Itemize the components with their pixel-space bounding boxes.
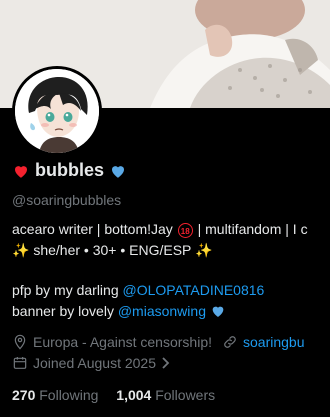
display-name-row: bubbles	[12, 160, 127, 181]
bio-text: she/her • 30+ • ENG/ESP	[29, 242, 196, 258]
avatar[interactable]	[12, 66, 102, 156]
following-count: 270	[12, 387, 36, 403]
joined-date: Joined August 2025	[33, 355, 156, 371]
location-text: Europa - Against censorship!	[33, 334, 212, 350]
calendar-icon	[12, 355, 28, 371]
bio-line-2: ✨ she/her • 30+ • ENG/ESP ✨	[12, 242, 212, 259]
age-18-icon: 18	[177, 222, 193, 238]
chevron-right-icon[interactable]	[160, 356, 172, 370]
username-handle: @soaringbubbles	[12, 192, 122, 208]
followers-label: Followers	[155, 387, 216, 403]
following-label: Following	[39, 387, 99, 403]
followers-count: 1,004	[116, 387, 152, 403]
mention-link[interactable]: @OLOPATADINE0816	[123, 282, 265, 298]
blue-heart-icon	[210, 303, 226, 322]
bio-text: pfp by my darling	[12, 282, 123, 298]
bio-text: banner by lovely	[12, 303, 118, 320]
joined-row: Joined August 2025	[12, 355, 172, 371]
bio-line-1: acearo writer | bottom!Jay 18 | multifan…	[12, 221, 308, 238]
display-name: bubbles	[35, 160, 105, 180]
sparkle-icon: ✨	[195, 242, 213, 258]
bio-line-banner-credit: banner by lovely @miasonwing	[12, 303, 226, 322]
sparkle-icon: ✨	[12, 242, 30, 258]
location-pin-icon	[12, 334, 28, 350]
avatar-image	[15, 69, 99, 153]
website-link[interactable]: soaringbu	[243, 334, 305, 350]
bio-line-pfp-credit: pfp by my darling @OLOPATADINE0816	[12, 282, 264, 298]
following-link[interactable]: 270 Following	[12, 387, 98, 403]
followers-link[interactable]: 1,004 Followers	[116, 387, 215, 403]
bio-text: acearo writer | bottom!Jay	[12, 221, 177, 237]
blue-heart-icon	[109, 162, 127, 180]
profile-meta-row: Europa - Against censorship! soaringbu	[12, 334, 305, 350]
link-icon	[222, 334, 238, 350]
red-heart-icon	[12, 162, 30, 180]
bio-text: | multifandom | I c	[193, 221, 308, 237]
follow-stats: 270 Following 1,004 Followers	[12, 387, 215, 403]
mention-link[interactable]: @miasonwing	[118, 303, 206, 319]
